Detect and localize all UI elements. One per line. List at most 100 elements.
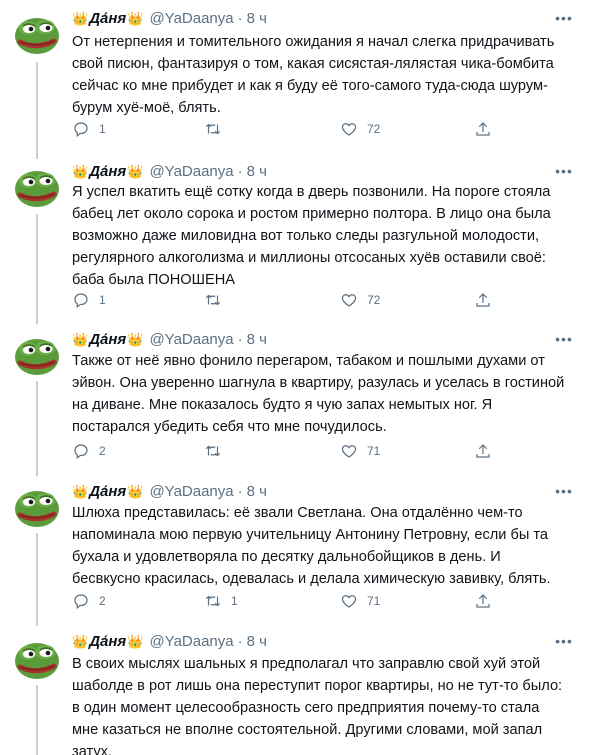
tweet-actions: 2 1 71 bbox=[72, 591, 502, 611]
crown-emoji: 👑 bbox=[72, 10, 89, 26]
avatar[interactable] bbox=[10, 479, 64, 533]
crown-emoji: 👑 bbox=[72, 331, 89, 347]
pepe-frog-avatar bbox=[10, 631, 64, 685]
more-options-icon[interactable]: ••• bbox=[554, 633, 574, 649]
display-name[interactable]: Да́ня bbox=[89, 633, 126, 650]
reply-count: 2 bbox=[99, 444, 106, 458]
tweet-thread: 👑 Да́ня 👑 @YaDaanya · 8 ч ••• От нетерпе… bbox=[0, 0, 592, 755]
tweet[interactable]: 👑 Да́ня 👑 @YaDaanya · 8 ч ••• В своих мы… bbox=[0, 627, 592, 755]
like-button[interactable]: 72 bbox=[340, 120, 380, 138]
like-count: 71 bbox=[367, 444, 381, 458]
retweet-button[interactable] bbox=[204, 442, 231, 460]
share-button[interactable] bbox=[474, 592, 492, 610]
share-icon bbox=[476, 594, 490, 608]
reply-icon bbox=[74, 444, 88, 459]
pepe-frog-avatar bbox=[10, 6, 64, 60]
tweet[interactable]: 👑 Да́ня 👑 @YaDaanya · 8 ч ••• Также от н… bbox=[0, 323, 592, 475]
retweet-icon bbox=[205, 595, 221, 607]
reply-icon bbox=[74, 293, 88, 308]
tweet-header: 👑 Да́ня 👑 @YaDaanya · 8 ч bbox=[72, 161, 267, 181]
separator-dot: · bbox=[237, 482, 243, 500]
share-button[interactable] bbox=[474, 442, 492, 460]
retweet-count: 1 bbox=[231, 594, 238, 608]
tweet[interactable]: 👑 Да́ня 👑 @YaDaanya · 8 ч ••• Я успел вк… bbox=[0, 155, 592, 323]
crown-emoji: 👑 bbox=[72, 483, 89, 499]
share-button[interactable] bbox=[474, 120, 492, 138]
crown-emoji: 👑 bbox=[127, 10, 144, 26]
tweet-text: В своих мыслях шальных я предполагал что… bbox=[72, 656, 563, 755]
user-handle[interactable]: @YaDaanya bbox=[149, 483, 233, 500]
reply-button[interactable]: 1 bbox=[72, 120, 106, 138]
retweet-button[interactable]: 1 bbox=[204, 592, 238, 610]
pepe-frog-avatar bbox=[10, 159, 64, 213]
tweet-actions: 1 72 bbox=[72, 290, 502, 310]
like-button[interactable]: 72 bbox=[340, 291, 380, 309]
user-handle[interactable]: @YaDaanya bbox=[149, 10, 233, 27]
display-name[interactable]: Да́ня bbox=[89, 10, 126, 27]
retweet-button[interactable] bbox=[204, 291, 231, 309]
share-icon bbox=[476, 122, 490, 136]
more-options-icon[interactable]: ••• bbox=[554, 483, 574, 499]
user-handle[interactable]: @YaDaanya bbox=[149, 163, 233, 180]
retweet-icon bbox=[205, 445, 221, 457]
tweet-actions: 2 71 bbox=[72, 441, 502, 461]
reply-button[interactable]: 2 bbox=[72, 442, 106, 460]
display-name[interactable]: Да́ня bbox=[89, 163, 126, 180]
like-count: 72 bbox=[367, 293, 381, 307]
reply-icon bbox=[74, 122, 88, 137]
reply-count: 1 bbox=[99, 293, 106, 307]
more-options-icon[interactable]: ••• bbox=[554, 163, 574, 179]
tweet-text: Шлюха представилась: её звали Светлана. … bbox=[72, 505, 551, 587]
pepe-frog-avatar bbox=[10, 327, 64, 381]
timestamp[interactable]: 8 ч bbox=[247, 483, 267, 500]
user-handle[interactable]: @YaDaanya bbox=[149, 331, 233, 348]
like-count: 71 bbox=[367, 594, 381, 608]
tweet[interactable]: 👑 Да́ня 👑 @YaDaanya · 8 ч ••• Шлюха пред… bbox=[0, 475, 592, 627]
crown-emoji: 👑 bbox=[127, 163, 144, 179]
tweet-text: От нетерпения и томительного ожидания я … bbox=[72, 34, 555, 116]
tweet-actions: 1 72 bbox=[72, 119, 502, 139]
tweet-text: Также от неё явно фонило перегаром, таба… bbox=[72, 353, 565, 435]
share-button[interactable] bbox=[474, 291, 492, 309]
display-name[interactable]: Да́ня bbox=[89, 331, 126, 348]
user-handle[interactable]: @YaDaanya bbox=[149, 633, 233, 650]
separator-dot: · bbox=[237, 162, 243, 180]
crown-emoji: 👑 bbox=[127, 331, 144, 347]
tweet[interactable]: 👑 Да́ня 👑 @YaDaanya · 8 ч ••• От нетерпе… bbox=[0, 0, 592, 155]
tweet-text: Я успел вкатить ещё сотку когда в дверь … bbox=[72, 184, 551, 288]
heart-icon bbox=[341, 595, 357, 608]
reply-button[interactable]: 1 bbox=[72, 291, 106, 309]
more-options-icon[interactable]: ••• bbox=[554, 10, 574, 26]
tweet-header: 👑 Да́ня 👑 @YaDaanya · 8 ч bbox=[72, 481, 267, 501]
retweet-icon bbox=[205, 294, 221, 306]
avatar[interactable] bbox=[10, 327, 64, 381]
crown-emoji: 👑 bbox=[72, 633, 89, 649]
like-button[interactable]: 71 bbox=[340, 442, 380, 460]
timestamp[interactable]: 8 ч bbox=[247, 331, 267, 348]
heart-icon bbox=[341, 294, 357, 307]
reply-button[interactable]: 2 bbox=[72, 592, 106, 610]
reply-count: 1 bbox=[99, 122, 106, 136]
display-name[interactable]: Да́ня bbox=[89, 483, 126, 500]
retweet-button[interactable] bbox=[204, 120, 231, 138]
heart-icon bbox=[341, 445, 357, 458]
avatar[interactable] bbox=[10, 631, 64, 685]
crown-emoji: 👑 bbox=[127, 633, 144, 649]
timestamp[interactable]: 8 ч bbox=[247, 163, 267, 180]
separator-dot: · bbox=[237, 330, 243, 348]
timestamp[interactable]: 8 ч bbox=[247, 10, 267, 27]
tweet-header: 👑 Да́ня 👑 @YaDaanya · 8 ч bbox=[72, 8, 267, 28]
separator-dot: · bbox=[237, 632, 243, 650]
avatar[interactable] bbox=[10, 6, 64, 60]
like-button[interactable]: 71 bbox=[340, 592, 380, 610]
separator-dot: · bbox=[237, 9, 243, 27]
crown-emoji: 👑 bbox=[72, 163, 89, 179]
share-icon bbox=[476, 293, 490, 307]
share-icon bbox=[476, 444, 490, 458]
timestamp[interactable]: 8 ч bbox=[247, 633, 267, 650]
more-options-icon[interactable]: ••• bbox=[554, 331, 574, 347]
pepe-frog-avatar bbox=[10, 479, 64, 533]
avatar[interactable] bbox=[10, 159, 64, 213]
tweet-header: 👑 Да́ня 👑 @YaDaanya · 8 ч bbox=[72, 631, 267, 651]
reply-count: 2 bbox=[99, 594, 106, 608]
